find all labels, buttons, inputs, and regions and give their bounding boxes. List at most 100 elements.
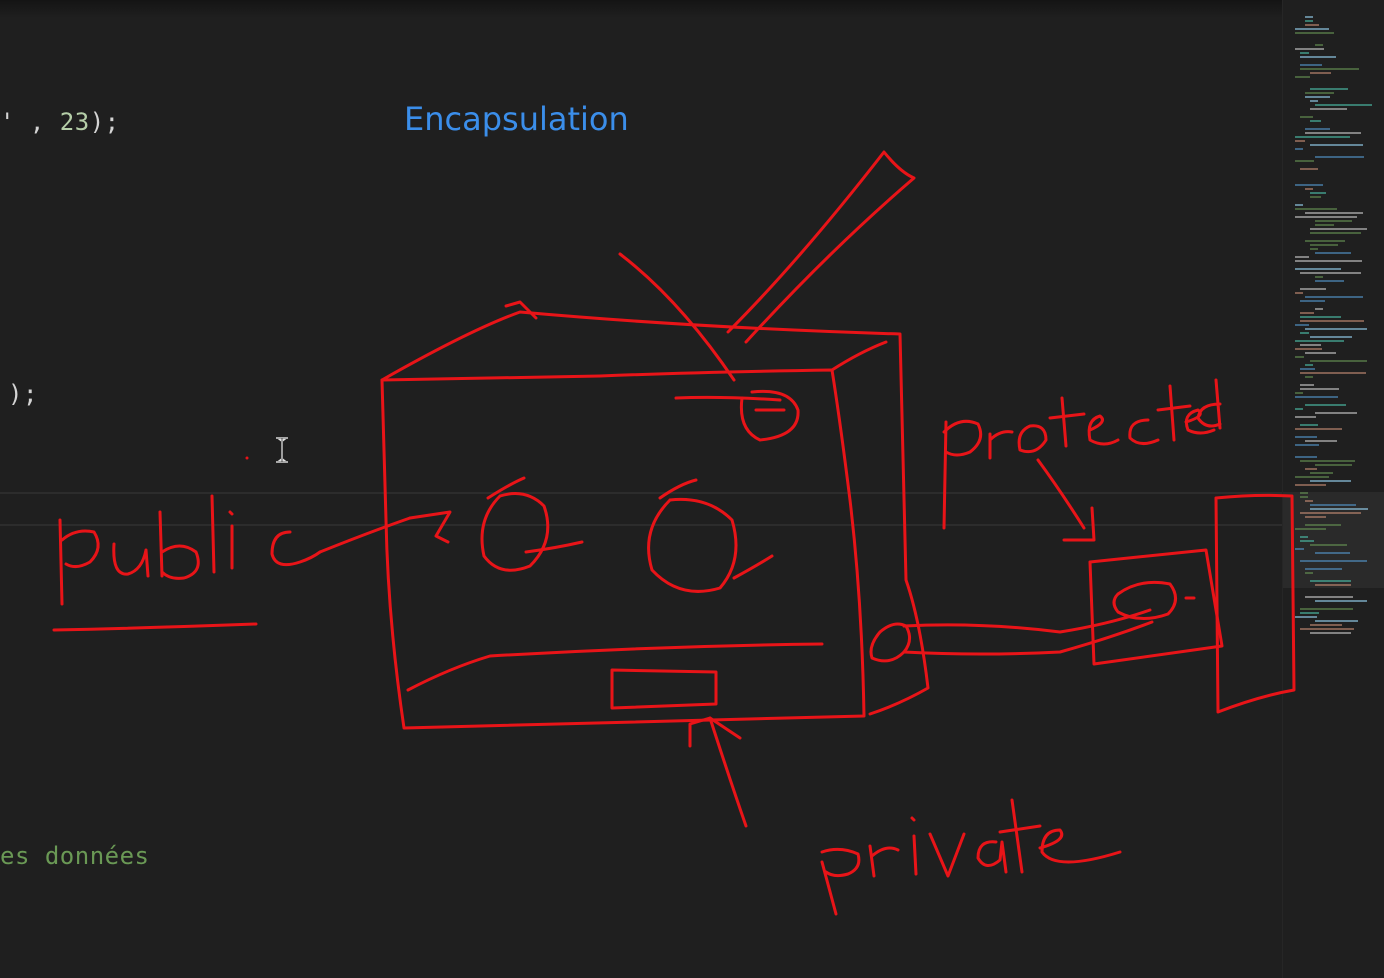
- minimap-line: [1315, 104, 1372, 106]
- minimap-line: [1310, 508, 1368, 510]
- minimap-line: [1305, 96, 1330, 98]
- minimap-line: [1295, 616, 1317, 618]
- minimap-line: [1300, 64, 1322, 66]
- code-token-punct: ' ,: [0, 108, 60, 136]
- minimap-line: [1310, 360, 1367, 362]
- minimap-line: [1315, 308, 1323, 310]
- code-editor[interactable]: ' , 23); ); es données Encapsulation: [0, 0, 1384, 978]
- minimap-line: [1300, 536, 1308, 538]
- minimap-line: [1295, 260, 1362, 262]
- slot-drawing: [610, 668, 718, 710]
- minimap-line: [1300, 116, 1313, 118]
- minimap-line: [1295, 208, 1337, 210]
- minimap-line: [1305, 376, 1313, 378]
- annotation-title: Encapsulation: [404, 100, 629, 138]
- minimap-line: [1315, 280, 1344, 282]
- minimap-line: [1310, 120, 1321, 122]
- minimap-line: [1295, 292, 1303, 294]
- minimap-line: [1315, 44, 1323, 46]
- minimap-line: [1300, 320, 1364, 322]
- minimap-line: [1300, 332, 1309, 334]
- ink-dot: [245, 456, 249, 460]
- minimap-line: [1315, 600, 1367, 602]
- minimap-line: [1310, 144, 1363, 146]
- minimap-line: [1300, 312, 1314, 314]
- minimap-line: [1315, 156, 1364, 158]
- minimap-line: [1315, 412, 1357, 414]
- minimap-line: [1300, 52, 1309, 54]
- minimap-line: [1295, 140, 1305, 142]
- code-token-number: 23: [59, 108, 90, 136]
- minimap-line: [1300, 272, 1361, 274]
- minimap-line: [1315, 620, 1358, 622]
- minimap-line: [1305, 440, 1337, 442]
- minimap-line: [1300, 300, 1325, 302]
- minimap-line: [1300, 492, 1308, 494]
- private-label-drawing: [820, 798, 1122, 916]
- code-line-call[interactable]: ' , 23);: [0, 108, 120, 136]
- minimap-line: [1300, 460, 1355, 462]
- minimap-line: [1300, 560, 1367, 562]
- code-token-close: );: [89, 108, 120, 136]
- minimap-line: [1305, 92, 1334, 94]
- minimap-line: [1295, 484, 1326, 486]
- minimap-line: [1300, 384, 1314, 386]
- minimap-line: [1300, 56, 1336, 58]
- minimap-line: [1295, 324, 1309, 326]
- drawing-overlay: [52, 150, 1296, 916]
- minimap-line: [1295, 28, 1329, 30]
- minimap-line: [1305, 328, 1367, 330]
- code-line-comment[interactable]: es données: [0, 842, 150, 870]
- minimap-line: [1300, 168, 1318, 170]
- minimap[interactable]: [1282, 0, 1384, 978]
- text-cursor-icon: [276, 437, 288, 463]
- minimap-line: [1310, 72, 1331, 74]
- minimap-line: [1315, 276, 1323, 278]
- minimap-line: [1310, 480, 1351, 482]
- minimap-line: [1300, 344, 1321, 346]
- minimap-line: [1300, 388, 1339, 390]
- minimap-line: [1310, 248, 1318, 250]
- minimap-line: [1295, 528, 1326, 530]
- minimap-line: [1300, 612, 1319, 614]
- minimap-line: [1305, 596, 1353, 598]
- minimap-slider[interactable]: [1283, 492, 1384, 588]
- minimap-line: [1310, 624, 1342, 626]
- minimap-line: [1295, 436, 1317, 438]
- minimap-line: [1310, 196, 1321, 198]
- minimap-line: [1310, 244, 1338, 246]
- minimap-line: [1310, 192, 1326, 194]
- minimap-line: [1310, 336, 1352, 338]
- minimap-line: [1300, 288, 1326, 290]
- minimap-line: [1305, 212, 1363, 214]
- minimap-line: [1310, 544, 1347, 546]
- minimap-line: [1295, 416, 1316, 418]
- minimap-line: [1295, 348, 1322, 350]
- minimap-line: [1310, 100, 1318, 102]
- minimap-line: [1295, 428, 1342, 430]
- minimap-line: [1300, 608, 1353, 610]
- minimap-line: [1305, 240, 1345, 242]
- minimap-line: [1305, 352, 1336, 354]
- minimap-line: [1305, 568, 1342, 570]
- minimap-line: [1295, 444, 1319, 446]
- minimap-line: [1305, 572, 1313, 574]
- minimap-line: [1310, 504, 1356, 506]
- code-line-close[interactable]: );: [8, 380, 38, 408]
- minimap-line: [1295, 32, 1334, 34]
- minimap-line: [1305, 364, 1313, 366]
- minimap-line: [1300, 628, 1354, 630]
- minimap-line: [1305, 468, 1317, 470]
- minimap-line: [1300, 372, 1366, 374]
- minimap-line: [1295, 408, 1303, 410]
- minimap-line: [1315, 220, 1352, 222]
- minimap-line: [1300, 512, 1361, 514]
- minimap-line: [1300, 496, 1308, 498]
- minimap-line: [1300, 316, 1341, 318]
- minimap-line: [1315, 584, 1351, 586]
- minimap-line: [1295, 76, 1310, 78]
- minimap-line: [1295, 268, 1341, 270]
- minimap-line: [1305, 132, 1361, 134]
- minimap-line: [1300, 540, 1314, 542]
- minimap-line: [1295, 548, 1304, 550]
